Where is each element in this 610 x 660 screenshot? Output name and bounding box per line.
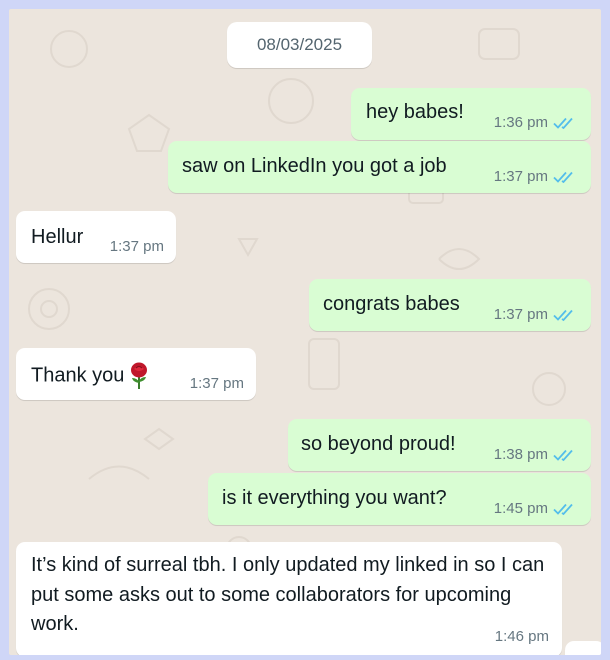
message-text: saw on LinkedIn you got a job (182, 155, 447, 177)
date-separator: 08/03/2025 (227, 22, 372, 68)
message-text: is it everything you want? (222, 487, 447, 509)
message-time: 1:37 pm (493, 306, 548, 323)
message-meta: 1:46 pm (495, 628, 549, 645)
message-text-content: Thank you (31, 364, 125, 387)
message-bubble-incoming[interactable]: Thank you 1:37 pm (16, 348, 256, 400)
message-time: 1:46 pm (494, 628, 549, 645)
message-time: 1:38 pm (493, 446, 548, 463)
chat-window: 08/03/2025 hey babes! 1:36 pm saw on Lin… (9, 9, 601, 655)
message-bubble-outgoing[interactable]: congrats babes 1:37 pm (309, 279, 591, 331)
double-check-icon (553, 171, 573, 183)
message-bubble-outgoing[interactable]: so beyond proud! 1:38 pm (288, 419, 591, 471)
message-bubble-incoming-partial (565, 641, 601, 655)
message-meta: 1:37 pm (190, 375, 244, 392)
message-meta: 1:37 pm (110, 238, 164, 255)
message-bubble-incoming[interactable]: It’s kind of surreal tbh. I only updated… (16, 542, 562, 655)
message-time: 1:37 pm (109, 238, 164, 255)
message-bubble-outgoing[interactable]: saw on LinkedIn you got a job 1:37 pm (168, 141, 591, 193)
message-meta: 1:37 pm (494, 306, 577, 323)
message-time: 1:37 pm (189, 375, 244, 392)
message-text: Thank you (31, 362, 149, 390)
message-text: so beyond proud! (301, 433, 456, 455)
message-meta: 1:37 pm (494, 168, 577, 185)
message-bubble-outgoing[interactable]: hey babes! 1:36 pm (351, 88, 591, 140)
rose-icon (131, 362, 148, 389)
message-meta: 1:36 pm (494, 114, 577, 131)
message-text: congrats babes (323, 293, 460, 315)
double-check-icon (553, 503, 573, 515)
double-check-icon (553, 309, 573, 321)
message-text: It’s kind of surreal tbh. I only updated… (31, 554, 545, 635)
message-text: hey babes! (366, 101, 464, 123)
message-time: 1:36 pm (493, 114, 548, 131)
message-bubble-incoming[interactable]: Hellur 1:37 pm (16, 211, 176, 263)
message-meta: 1:45 pm (494, 500, 577, 517)
message-bubble-outgoing[interactable]: is it everything you want? 1:45 pm (208, 473, 591, 525)
double-check-icon (553, 449, 573, 461)
message-time: 1:37 pm (493, 168, 548, 185)
message-meta: 1:38 pm (494, 446, 577, 463)
message-time: 1:45 pm (493, 500, 548, 517)
message-text: Hellur (31, 226, 84, 248)
double-check-icon (553, 117, 573, 129)
